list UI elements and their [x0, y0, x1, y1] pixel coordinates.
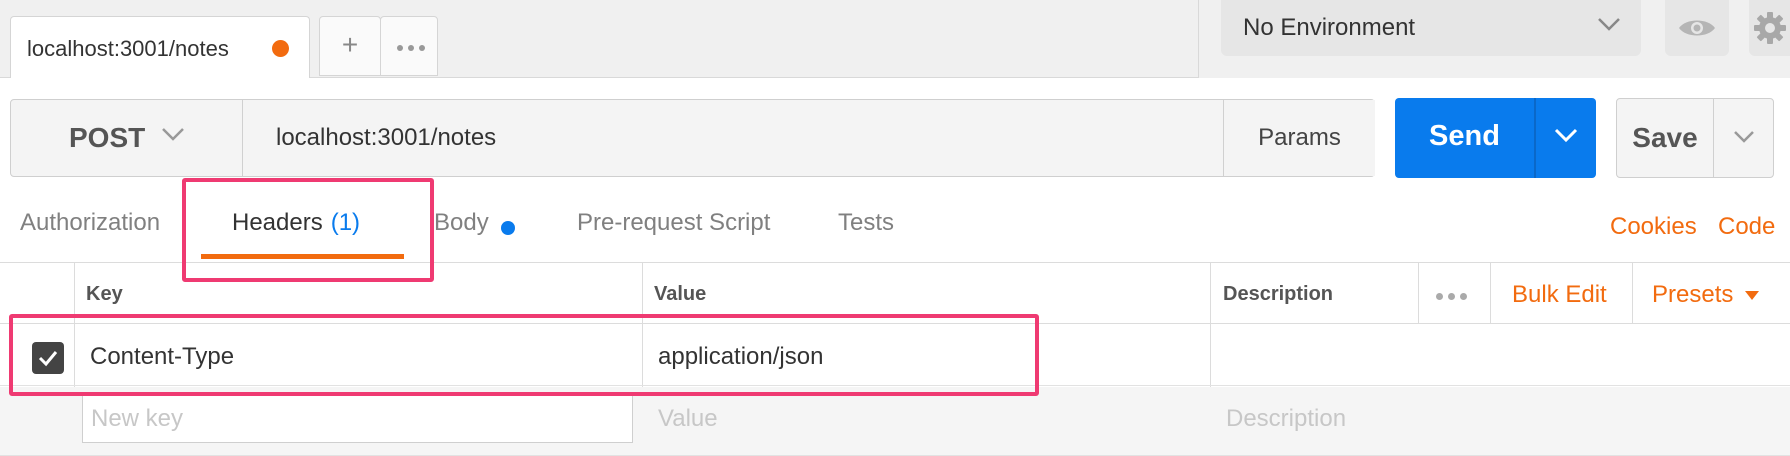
caret-down-icon [1745, 291, 1760, 301]
chevron-down-icon [1598, 18, 1620, 31]
tab-headers[interactable]: Headers (1) [232, 209, 360, 237]
save-options-button[interactable] [1714, 99, 1774, 177]
send-button[interactable]: Send [1395, 98, 1534, 178]
chevron-down-icon [1734, 131, 1754, 143]
column-key-header: Key [86, 283, 123, 305]
send-label: Send [1429, 120, 1500, 152]
new-tab-button[interactable]: + [319, 16, 381, 76]
table-row [0, 324, 1790, 386]
enabled-checkbox[interactable] [32, 342, 64, 374]
cookies-link[interactable]: Cookies [1610, 213, 1697, 241]
chevron-down-icon [162, 128, 184, 141]
params-button[interactable]: Params [1223, 100, 1375, 176]
checkmark-icon [38, 351, 58, 367]
save-button-group: Save [1616, 98, 1774, 178]
environment-area: No Environment [1198, 0, 1790, 78]
send-options-button[interactable] [1536, 98, 1596, 178]
request-tab-label: localhost:3001/notes [27, 36, 229, 61]
chevron-down-icon [1554, 128, 1578, 143]
tab-body[interactable]: Body [434, 209, 489, 237]
url-input[interactable] [244, 100, 1223, 176]
save-label: Save [1632, 122, 1698, 153]
save-button[interactable]: Save [1617, 99, 1714, 177]
more-horizontal-icon [397, 45, 425, 51]
tab-authorization[interactable]: Authorization [20, 209, 160, 237]
request-tab[interactable]: localhost:3001/notes [10, 16, 310, 78]
unsaved-indicator-icon [272, 40, 289, 57]
method-select[interactable]: POST [11, 100, 243, 176]
presets-label: Presets [1652, 281, 1734, 308]
tab-headers-count: (1) [330, 209, 361, 236]
column-description-header: Description [1223, 283, 1334, 305]
column-divider [1632, 262, 1633, 324]
eye-icon[interactable] [1665, 0, 1729, 56]
tab-pre-request-script[interactable]: Pre-request Script [577, 209, 770, 237]
presets-dropdown[interactable]: Presets [1652, 281, 1760, 309]
headers-table: Key Value Description Bulk Edit Presets … [0, 262, 1790, 456]
bulk-edit-button[interactable]: Bulk Edit [1512, 281, 1607, 309]
environment-select[interactable]: No Environment [1221, 0, 1641, 56]
new-description-input[interactable] [1218, 395, 1758, 443]
environment-label: No Environment [1243, 14, 1416, 41]
column-value-header: Value [654, 283, 707, 305]
header-key-cell[interactable]: Content-Type [90, 343, 234, 371]
method-label: POST [69, 122, 146, 153]
url-bar: POST Params [10, 99, 1375, 177]
params-label: Params [1258, 124, 1341, 151]
more-horizontal-icon[interactable] [1436, 293, 1467, 300]
request-tabs: Authorization Headers (1) Body Pre-reques… [0, 190, 1790, 262]
column-divider [1418, 262, 1419, 324]
new-value-input[interactable] [650, 395, 1190, 443]
body-modified-dot-icon [501, 221, 515, 235]
code-link[interactable]: Code [1718, 213, 1775, 241]
plus-icon: + [341, 29, 359, 60]
tab-options-button[interactable] [380, 16, 438, 76]
column-divider [1490, 262, 1491, 324]
active-tab-indicator [201, 254, 404, 259]
tab-bar: localhost:3001/notes + No Environment [0, 0, 1790, 78]
new-key-input[interactable] [82, 395, 633, 443]
gear-icon[interactable] [1749, 0, 1790, 56]
tab-headers-label: Headers [232, 209, 323, 236]
header-value-cell[interactable]: application/json [658, 343, 823, 371]
tab-tests[interactable]: Tests [838, 209, 894, 237]
send-button-group: Send [1395, 98, 1596, 178]
table-header-row: Key Value Description Bulk Edit Presets [0, 262, 1790, 324]
